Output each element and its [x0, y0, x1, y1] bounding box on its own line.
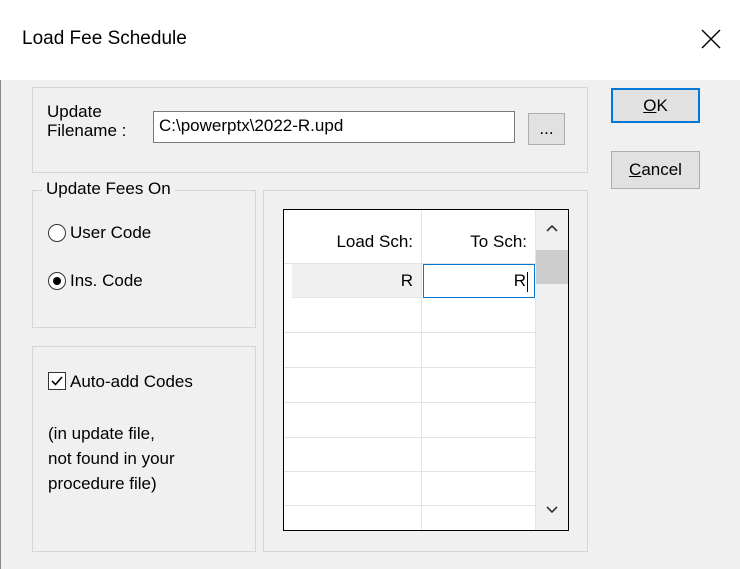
empty-row[interactable]	[284, 403, 422, 438]
radio-selected-dot	[53, 277, 61, 285]
cancel-label: ancel	[641, 160, 682, 179]
browse-button-label: ...	[539, 119, 554, 138]
empty-row[interactable]	[422, 368, 536, 403]
cell-to-sch-editor[interactable]: R	[423, 264, 535, 298]
auto-add-note-line1: (in update file,	[48, 424, 155, 443]
ok-button[interactable]: OK	[611, 88, 700, 123]
column-header-load-sch[interactable]: Load Sch:	[284, 210, 422, 264]
empty-row[interactable]	[284, 438, 422, 472]
empty-row[interactable]	[284, 368, 422, 403]
update-fees-on-group	[32, 190, 256, 328]
radio-ins-code-button[interactable]	[48, 272, 66, 290]
auto-add-codes-label[interactable]: Auto-add Codes	[70, 372, 193, 392]
cancel-button[interactable]: Cancel	[611, 151, 700, 189]
cell-to-sch-value: R	[513, 271, 526, 290]
empty-row[interactable]	[422, 506, 536, 530]
empty-row[interactable]	[422, 438, 536, 472]
close-button[interactable]	[688, 18, 734, 60]
window-title: Load Fee Schedule	[22, 28, 187, 49]
empty-row[interactable]	[284, 472, 422, 506]
empty-row[interactable]	[284, 298, 422, 333]
checkmark-icon	[51, 376, 63, 386]
empty-row[interactable]	[284, 506, 422, 530]
grid-vertical-scrollbar[interactable]	[536, 210, 568, 530]
empty-row[interactable]	[422, 298, 536, 333]
title-bar: Load Fee Schedule	[0, 0, 740, 80]
radio-user-code-button[interactable]	[48, 224, 66, 242]
empty-row[interactable]	[422, 403, 536, 438]
scroll-up-arrow-icon[interactable]	[546, 224, 558, 232]
radio-ins-code-label[interactable]: Ins. Code	[70, 271, 143, 291]
empty-row[interactable]	[422, 333, 536, 368]
filename-input[interactable]: C:\powerptx\2022-R.upd	[153, 111, 515, 143]
cell-load-sch[interactable]: R	[292, 264, 422, 298]
auto-add-note-line3: procedure file)	[48, 474, 157, 493]
auto-add-note-line2: not found in your	[48, 449, 175, 468]
schedule-grid[interactable]: Load Sch: To Sch: R R	[283, 209, 569, 531]
browse-button[interactable]: ...	[528, 113, 565, 145]
text-caret	[527, 271, 528, 292]
scroll-down-arrow-icon[interactable]	[546, 506, 558, 514]
column-header-to-sch[interactable]: To Sch:	[422, 210, 536, 264]
empty-row[interactable]	[422, 472, 536, 506]
ok-label: K	[656, 96, 668, 115]
scroll-thumb[interactable]	[536, 250, 568, 284]
radio-user-code-label[interactable]: User Code	[70, 223, 151, 243]
update-fees-on-legend: Update Fees On	[42, 179, 175, 199]
filename-label-line1: Update	[47, 102, 102, 121]
close-icon	[701, 29, 721, 49]
window-left-border	[0, 80, 1, 569]
auto-add-checkbox-box[interactable]	[48, 372, 66, 390]
ok-mnemonic: O	[643, 96, 657, 115]
cancel-mnemonic: C	[629, 160, 642, 179]
filename-label-line2: Filename :	[47, 121, 127, 140]
empty-row[interactable]	[284, 333, 422, 368]
